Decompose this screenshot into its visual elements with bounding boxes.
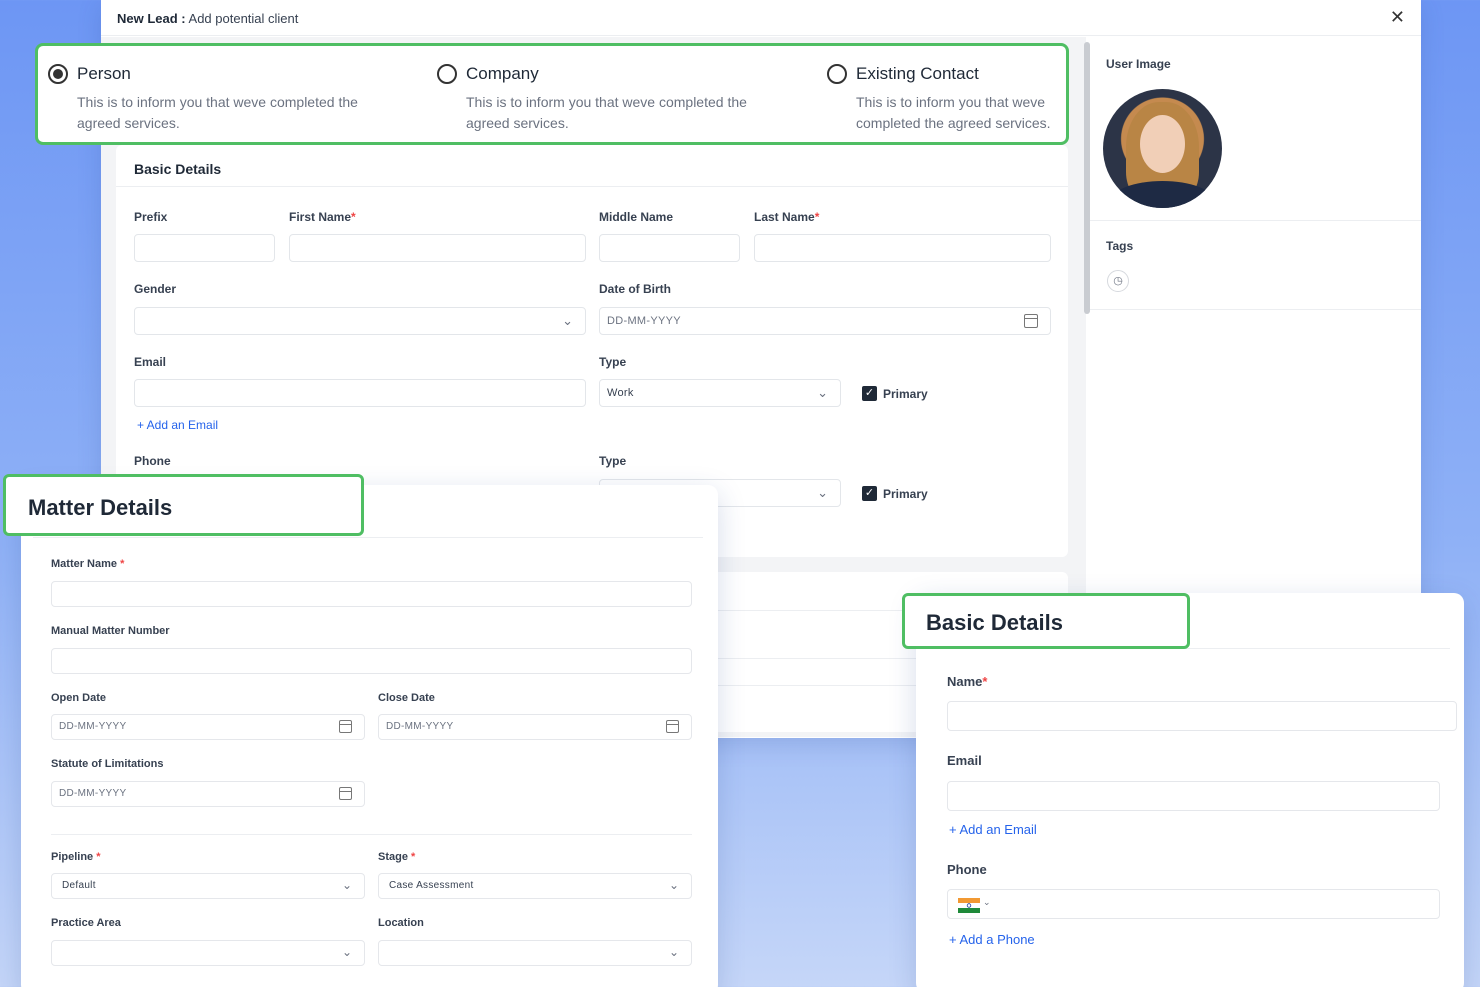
basic-details-overlay-title: Basic Details: [926, 610, 1063, 635]
add-phone-link[interactable]: + Add a Phone: [949, 932, 1035, 947]
dob-label: Date of Birth: [599, 282, 671, 296]
chevron-down-icon: ⌄: [817, 485, 828, 500]
manual-matter-number-input[interactable]: [51, 648, 692, 674]
open-date-input[interactable]: DD-MM-YYYY: [51, 714, 365, 740]
last-name-input[interactable]: [754, 234, 1051, 262]
matter-name-input[interactable]: [51, 581, 692, 607]
add-email-link[interactable]: + Add an Email: [949, 822, 1037, 837]
chevron-down-icon: ⌄: [341, 945, 352, 959]
middle-name-label: Middle Name: [599, 210, 674, 224]
statute-label: Statute of Limitations: [51, 758, 164, 770]
matter-name-label: Matter Name *: [51, 558, 125, 570]
email-input[interactable]: [947, 781, 1440, 811]
chevron-down-icon: ⌄: [341, 878, 352, 892]
close-date-label: Close Date: [378, 692, 435, 704]
radio-icon[interactable]: [48, 64, 68, 84]
statute-input[interactable]: DD-MM-YYYY: [51, 781, 365, 807]
user-avatar[interactable]: [1103, 89, 1222, 208]
middle-name-input[interactable]: [599, 234, 740, 262]
location-select[interactable]: ⌄: [378, 940, 692, 966]
location-label: Location: [378, 917, 424, 929]
practice-area-label: Practice Area: [51, 917, 121, 929]
chevron-down-icon: ⌄: [817, 385, 828, 400]
calendar-icon[interactable]: [339, 787, 352, 800]
stage-select[interactable]: Case Assessment ⌄: [378, 873, 692, 899]
open-date-label: Open Date: [51, 692, 107, 704]
dob-input[interactable]: DD-MM-YYYY: [599, 307, 1051, 335]
lead-type-selector: Person This is to inform you that weve c…: [35, 43, 1069, 145]
email-label: Email: [947, 753, 982, 768]
prefix-input[interactable]: [134, 234, 275, 262]
chevron-down-icon: ⌄: [562, 313, 573, 328]
primary-email-checkbox[interactable]: ✓: [862, 386, 877, 401]
phone-label: Phone: [947, 862, 987, 877]
chevron-down-icon: ⌄: [668, 878, 679, 892]
tag-icon[interactable]: ◷: [1107, 270, 1129, 292]
basic-details-overlay-header: Basic Details: [902, 593, 1190, 649]
chevron-down-icon: ⌄: [668, 945, 679, 959]
radio-icon[interactable]: [827, 64, 847, 84]
modal-title: New Lead : Add potential client: [117, 11, 299, 26]
matter-details-title: Matter Details: [28, 495, 173, 520]
manual-matter-number-label: Manual Matter Number: [51, 625, 170, 637]
basic-details-overlay: Name* Email + Add an Email Phone ⌄ + Add…: [916, 593, 1464, 987]
radio-icon[interactable]: [437, 64, 457, 84]
last-name-label: Last Name*: [754, 210, 820, 224]
gender-select[interactable]: ⌄: [134, 307, 586, 335]
email-type-select[interactable]: Work ⌄: [599, 379, 841, 407]
matter-details-card: Matter Name * Manual Matter Number Open …: [21, 485, 718, 987]
basic-details-title: Basic Details: [134, 161, 222, 177]
name-input[interactable]: [947, 701, 1457, 731]
email-input[interactable]: [134, 379, 586, 407]
gender-label: Gender: [134, 282, 177, 296]
pipeline-label: Pipeline *: [51, 851, 101, 863]
calendar-icon[interactable]: [1024, 314, 1038, 328]
practice-area-select[interactable]: ⌄: [51, 940, 365, 966]
calendar-icon[interactable]: [339, 720, 352, 733]
phone-type-label: Type: [599, 454, 627, 468]
pipeline-select[interactable]: Default ⌄: [51, 873, 365, 899]
phone-input[interactable]: ⌄: [947, 889, 1440, 919]
close-icon[interactable]: ✕: [1390, 7, 1405, 28]
first-name-label: First Name*: [289, 210, 356, 224]
stage-label: Stage *: [378, 851, 416, 863]
user-image-label: User Image: [1106, 57, 1171, 71]
primary-email-label: Primary: [883, 387, 928, 401]
modal-header: New Lead : Add potential client ✕: [101, 0, 1421, 36]
email-type-label: Type: [599, 355, 627, 369]
primary-phone-checkbox[interactable]: ✓: [862, 486, 877, 501]
india-flag-icon[interactable]: [958, 898, 980, 913]
primary-phone-label: Primary: [883, 487, 928, 501]
name-label: Name*: [947, 674, 988, 689]
first-name-input[interactable]: [289, 234, 586, 262]
prefix-label: Prefix: [134, 210, 168, 224]
chevron-down-icon: ⌄: [983, 897, 991, 907]
calendar-icon[interactable]: [666, 720, 679, 733]
email-label: Email: [134, 355, 167, 369]
tags-label: Tags: [1106, 239, 1134, 253]
phone-label: Phone: [134, 454, 171, 468]
close-date-input[interactable]: DD-MM-YYYY: [378, 714, 692, 740]
matter-details-header: Matter Details: [3, 474, 364, 536]
add-email-link[interactable]: + Add an Email: [137, 418, 218, 432]
